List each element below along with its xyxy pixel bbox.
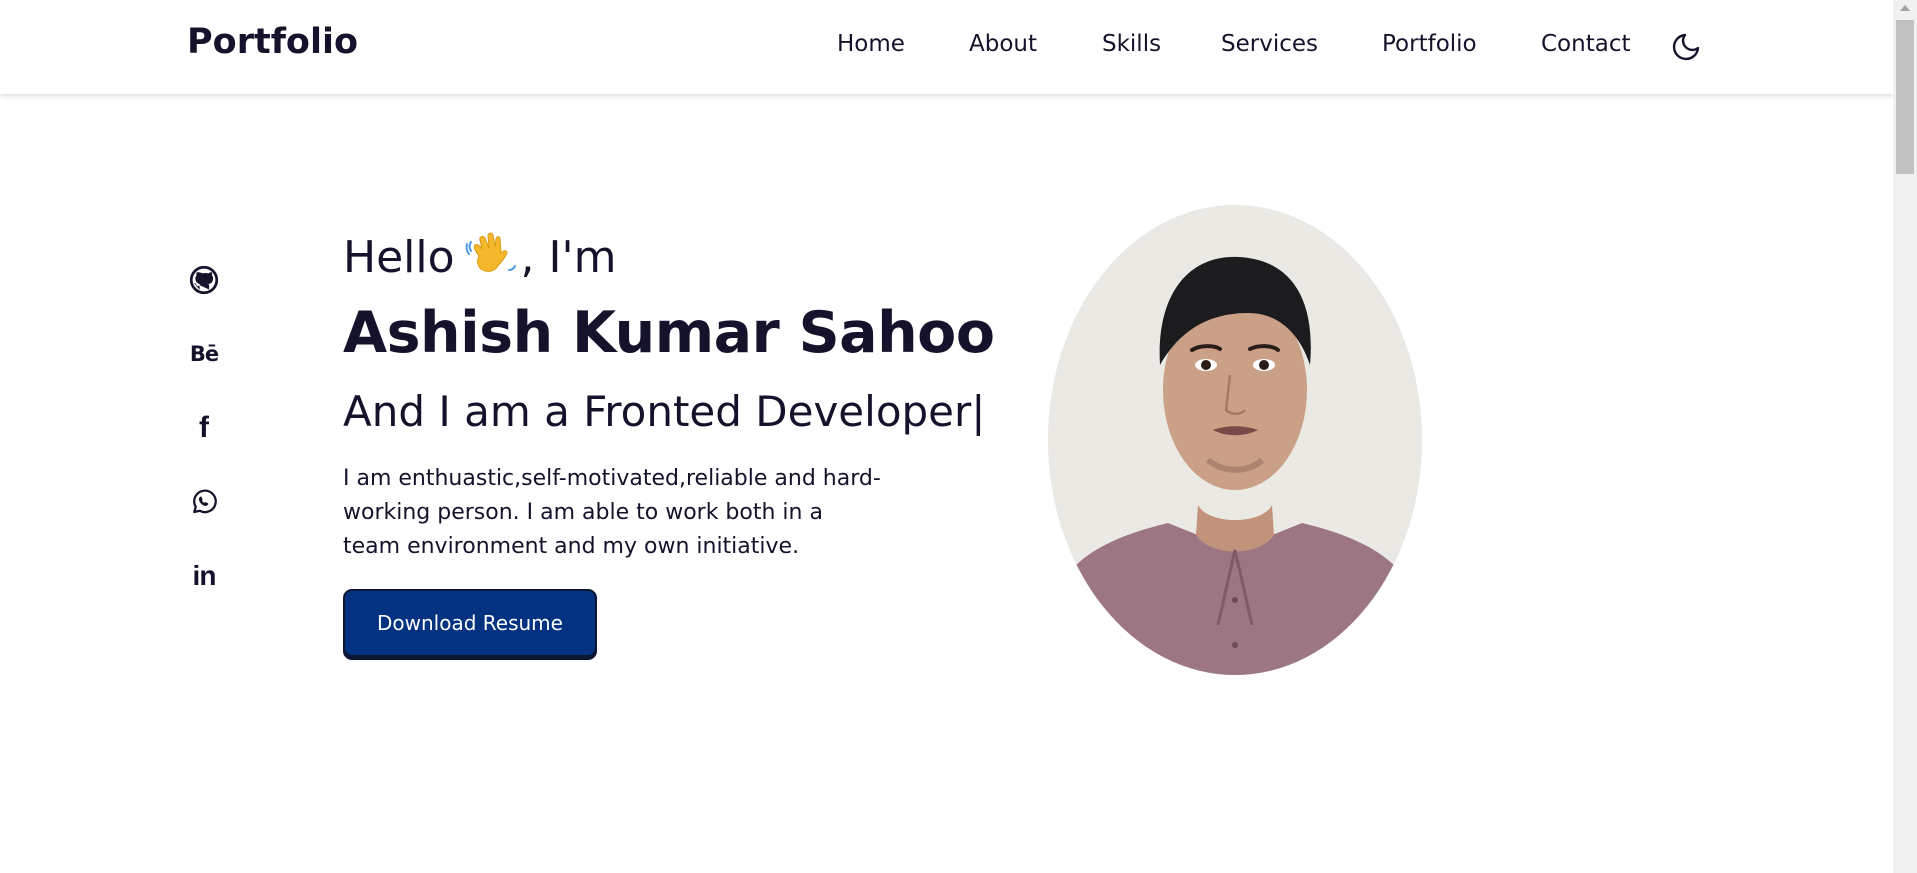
github-icon[interactable] — [184, 260, 224, 300]
site-header: Portfolio Home About Skills Services Por… — [0, 0, 1893, 94]
download-resume-button[interactable]: Download Resume — [343, 589, 597, 657]
nav-about[interactable]: About — [969, 31, 1037, 57]
linkedin-icon[interactable]: in — [184, 556, 224, 596]
nav-contact[interactable]: Contact — [1541, 31, 1630, 57]
hero-greeting: Hello , I'm — [343, 232, 616, 283]
nav-portfolio[interactable]: Portfolio — [1382, 31, 1477, 57]
hero-role: And I am a Fronted Developer| — [343, 387, 986, 436]
hero-description: I am enthuastic,self-motivated,reliable … — [343, 466, 881, 559]
nav-skills[interactable]: Skills — [1102, 31, 1161, 57]
scroll-thumb[interactable] — [1896, 20, 1914, 174]
facebook-icon[interactable]: f — [184, 408, 224, 448]
greeting-prefix: Hello — [343, 232, 455, 283]
scroll-up-icon[interactable] — [1900, 5, 1910, 11]
hero-name: Ashish Kumar Sahoo — [343, 300, 995, 366]
behance-icon[interactable]: Bē — [184, 334, 224, 374]
greeting-suffix: , I'm — [520, 232, 617, 283]
page-scrollbar[interactable] — [1893, 0, 1917, 873]
whatsapp-icon[interactable] — [184, 482, 224, 522]
waving-hand-icon — [465, 232, 517, 280]
moon-icon[interactable] — [1670, 31, 1702, 63]
nav-home[interactable]: Home — [837, 31, 905, 57]
nav-services[interactable]: Services — [1221, 31, 1318, 57]
main-nav: Home About Skills Services Portfolio Con… — [0, 31, 1893, 63]
profile-photo — [1048, 205, 1422, 675]
